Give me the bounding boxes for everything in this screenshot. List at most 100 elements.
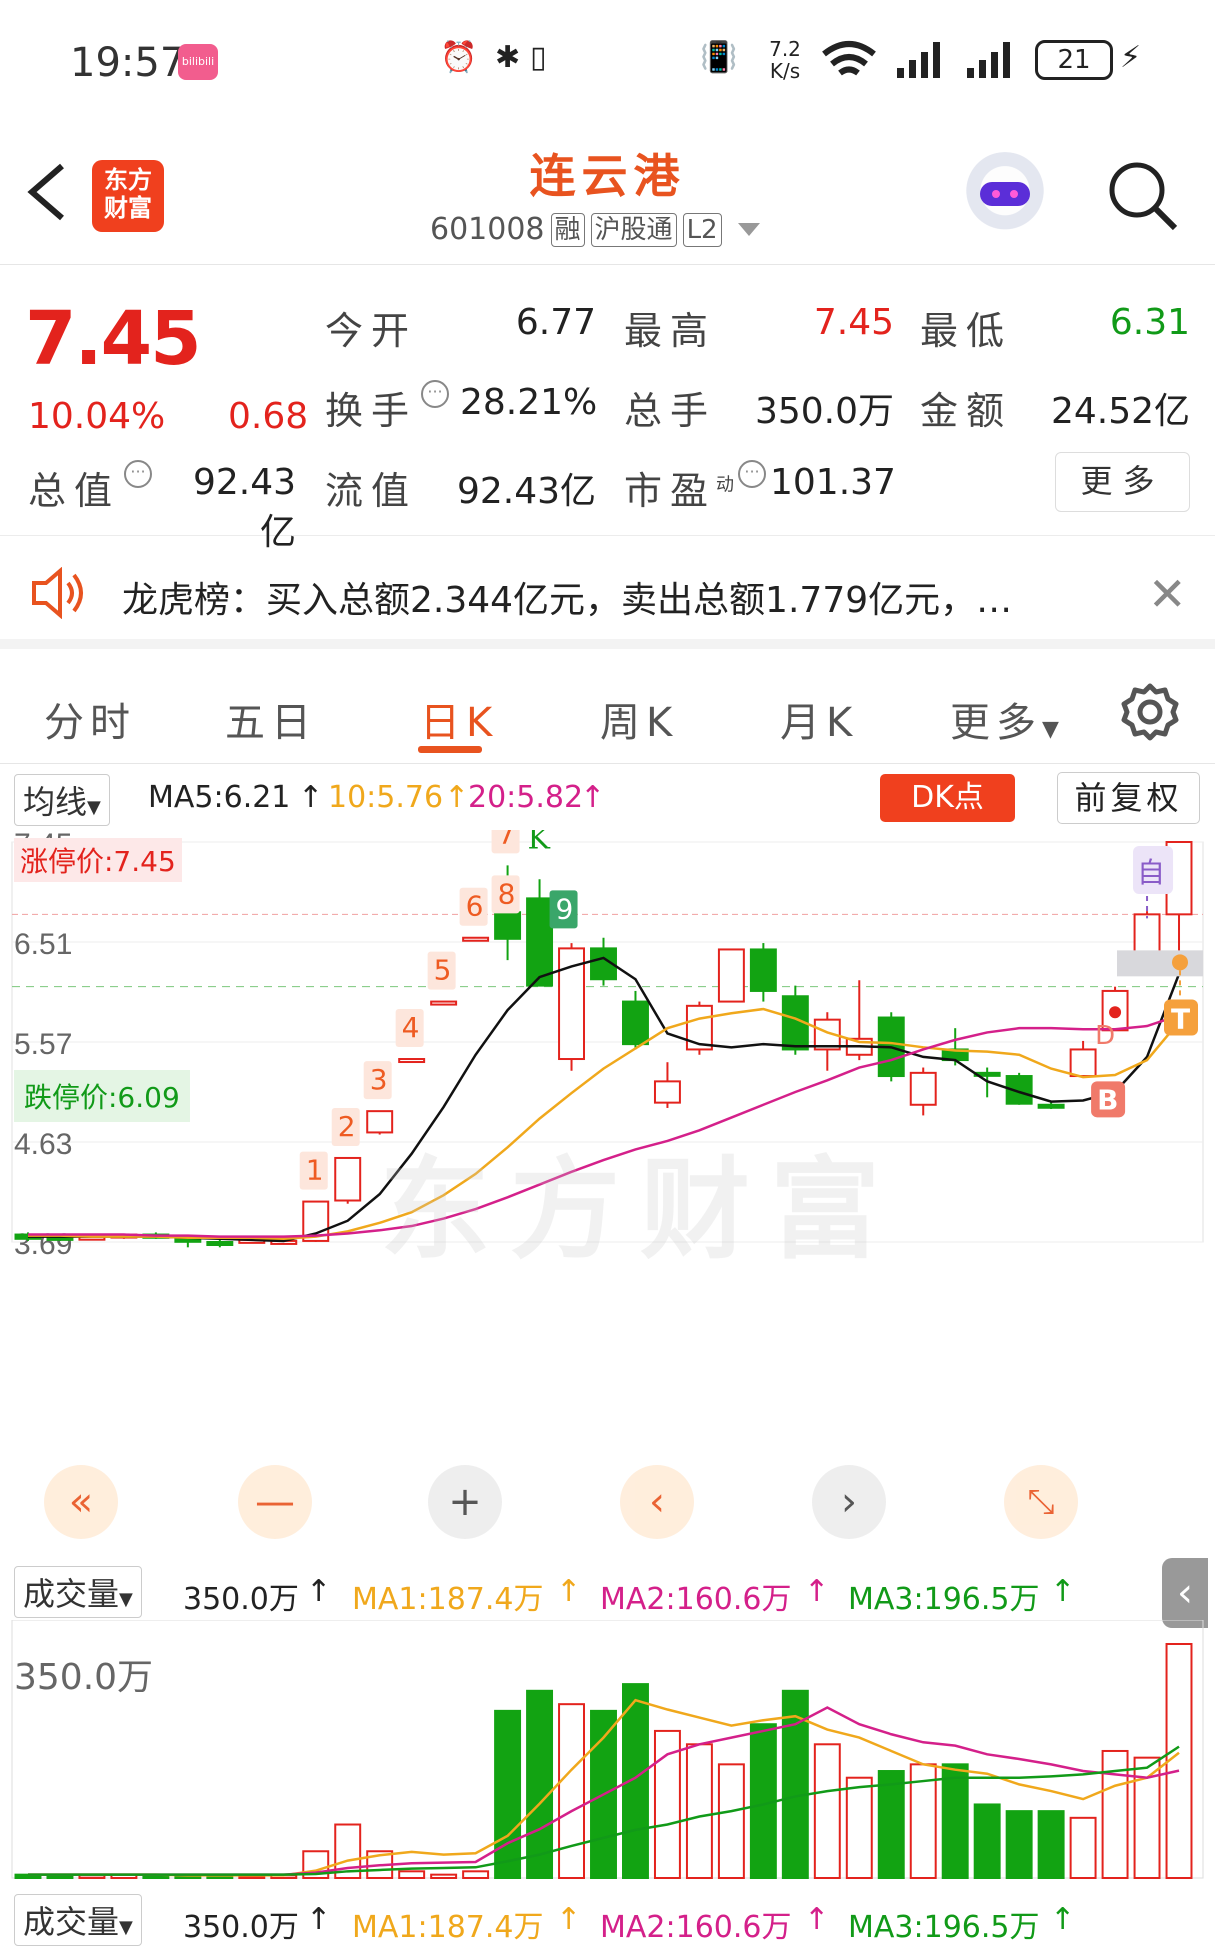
open-label: 今开 — [325, 309, 418, 353]
zoom-out-button[interactable]: — — [238, 1465, 312, 1539]
turnover-value: 28.21% — [460, 382, 598, 423]
volume-bar — [462, 1870, 490, 1879]
candle — [1069, 1048, 1097, 1078]
current-point — [1172, 954, 1188, 971]
candle — [398, 1058, 426, 1064]
open-value: 6.77 — [515, 302, 596, 343]
volume-chart[interactable] — [0, 1620, 1215, 1885]
battery-icon: 21 — [1035, 40, 1113, 80]
volume-current: 350.0万 — [183, 1910, 299, 1945]
candle — [622, 1000, 649, 1046]
arrow-up-icon: ↑ — [556, 1902, 582, 1937]
stock-code-row[interactable]: 601008 融 沪股通 L2 — [430, 212, 760, 247]
fullscreen-button[interactable]: ⤡ — [1004, 1465, 1078, 1539]
assistant-robot-icon[interactable] — [962, 152, 1048, 238]
chart-settings-button[interactable] — [1118, 680, 1182, 744]
stock-code: 601008 — [430, 212, 545, 247]
price-band — [1117, 950, 1203, 977]
volume-bar — [398, 1870, 426, 1879]
d-marker: D — [1095, 1021, 1115, 1051]
volume-bar — [973, 1803, 1001, 1879]
vol-ma3: MA3:196.5万 — [848, 1910, 1040, 1945]
quote-panel: 7.45 10.04% 0.68 今开 6.77 最高 7.45 最低 6.31… — [0, 266, 1215, 553]
status-bar: 19:57 bilibili ⏰ ✱ ▯ 📳 7.2 K/s 21 ⚡ — [0, 0, 1215, 125]
k-marker: K — [528, 830, 551, 857]
nav-bar: 东方财富 连云港 601008 融 沪股通 L2 — [0, 130, 1215, 265]
adjust-mode-button[interactable]: 前复权 — [1057, 772, 1200, 824]
amount-label: 金额 — [920, 389, 1013, 433]
level2-tag: L2 — [682, 212, 722, 247]
more-quote-button[interactable]: 更多 — [1055, 452, 1190, 512]
vol-ma2: MA2:160.6万 — [600, 1910, 792, 1945]
tab-intraday[interactable]: 分时 — [44, 690, 136, 748]
vol-ma2: MA2:160.6万 — [600, 1582, 792, 1617]
y-axis-label: 5.57 — [14, 1028, 72, 1061]
seq-number: 1 — [306, 1154, 324, 1187]
vol-ma1: MA1:187.4万 — [352, 1910, 544, 1945]
tab-more[interactable]: 更多▼ — [950, 690, 1065, 748]
net-speed: 7.2 K/s — [769, 37, 801, 83]
volume-bar — [653, 1729, 681, 1879]
volume-label: 总手 — [624, 389, 717, 433]
arrow-up-icon: ↑ — [556, 1574, 582, 1609]
self-select-marker: 自 — [1137, 856, 1165, 889]
vol-ma3: MA3:196.5万 — [848, 1582, 1040, 1617]
float-cap-label: 流值 — [325, 469, 418, 513]
candle — [1037, 1103, 1065, 1109]
search-button[interactable] — [1105, 158, 1181, 234]
scroll-start-button[interactable]: « — [44, 1465, 118, 1539]
scroll-right-button[interactable]: › — [812, 1465, 886, 1539]
tab-monthly-k[interactable]: 月K — [780, 690, 858, 748]
tab-daily-k[interactable]: 日K — [420, 690, 498, 748]
seq-number: 5 — [434, 954, 452, 987]
info-icon: ··· — [738, 460, 767, 488]
ma-indicator-row: 均线▼ MA5:6.21 ↑ 10:5.76 ↑ 20:5.82 ↑ DK点 前… — [0, 770, 1215, 832]
scroll-left-button[interactable]: ‹ — [620, 1465, 694, 1539]
zoom-in-button[interactable]: + — [428, 1465, 502, 1539]
tab-weekly-k[interactable]: 周K — [600, 690, 678, 748]
arrow-up-icon: ↑ — [298, 780, 324, 815]
ma-selector[interactable]: 均线▼ — [14, 774, 110, 826]
arrow-up-icon: ↑ — [306, 1574, 332, 1609]
notice-bar[interactable]: 龙虎榜：买入总额2.344亿元，卖出总额1.779亿元，… ✕ — [0, 537, 1215, 649]
collapse-panel-button[interactable]: ‹ — [1162, 1558, 1208, 1628]
high-label: 最高 — [624, 309, 717, 353]
seq-number: 2 — [338, 1110, 356, 1143]
close-notice-button[interactable]: ✕ — [1148, 567, 1187, 621]
volume-bar — [845, 1776, 873, 1879]
candle — [462, 936, 490, 942]
pe-label[interactable]: 市盈动··· — [624, 460, 767, 515]
volume-bar — [813, 1743, 841, 1879]
caret-down-icon: ▼ — [119, 1589, 133, 1610]
signal-icon — [967, 42, 1010, 78]
pe-value: 101.37 — [770, 462, 896, 503]
volume-bar — [494, 1709, 522, 1879]
double-chevron-left-icon: « — [68, 1479, 94, 1525]
seq-number: 4 — [402, 1011, 420, 1044]
tab-five-day[interactable]: 五日 — [225, 690, 317, 748]
volume-indicator-selector[interactable]: 成交量▼ — [14, 1566, 142, 1618]
amount-value: 24.52亿 — [1050, 391, 1190, 432]
b-marker: B — [1097, 1083, 1118, 1116]
turnover-label[interactable]: 换手 ··· — [325, 380, 450, 435]
limit-up-label: 涨停价:7.45 — [14, 838, 182, 882]
alarm-icon: ⏰ — [440, 40, 478, 75]
search-icon — [1109, 162, 1178, 231]
plus-icon: + — [448, 1479, 482, 1525]
volume-axis-label: 350.0万 — [14, 1657, 154, 1698]
ma10-value: 10:5.76 — [328, 780, 444, 815]
volume-value: 350.0万 — [754, 391, 894, 432]
seq-number: 3 — [370, 1063, 388, 1096]
chevron-left-icon: ‹ — [649, 1479, 665, 1525]
caret-down-icon: ▼ — [119, 1917, 133, 1938]
volume-indicator-selector[interactable]: 成交量▼ — [14, 1894, 142, 1946]
market-cap-label[interactable]: 总值 ··· — [28, 460, 153, 515]
chevron-left-icon: ‹ — [1177, 1570, 1193, 1616]
dk-point-button[interactable]: DK点 — [880, 774, 1015, 822]
candle — [334, 1156, 362, 1202]
volume-bar — [941, 1763, 969, 1879]
candle — [526, 897, 554, 987]
vol-ma1: MA1:187.4万 — [352, 1582, 544, 1617]
volume-bar — [430, 1873, 458, 1880]
low-label: 最低 — [920, 309, 1013, 353]
